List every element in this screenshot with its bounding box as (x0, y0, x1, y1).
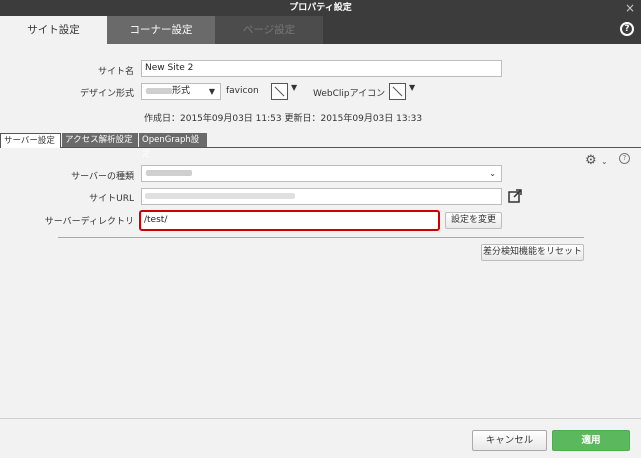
subtab-analytics[interactable]: アクセス解析設定 (62, 133, 138, 147)
site-url-label: サイトURL (89, 194, 134, 204)
chevron-down-icon: ▼ (291, 83, 298, 92)
cancel-button[interactable]: キャンセル (472, 430, 547, 451)
server-dir-label: サーバーディレクトリ (44, 217, 134, 227)
no-image-icon (389, 83, 406, 100)
favicon-select[interactable]: ▼ (271, 83, 301, 100)
main-tabbar: サイト設定 コーナー設定 ページ設定 ? (0, 16, 641, 44)
help-icon[interactable]: ? (620, 22, 634, 36)
design-format-select[interactable]: 形式 ▼ (141, 83, 221, 100)
no-image-icon (271, 83, 288, 100)
webclip-select[interactable]: ▼ (389, 83, 419, 100)
close-icon[interactable]: × (625, 0, 635, 16)
webclip-label: WebClipアイコン (313, 89, 386, 99)
subtab-opengraph[interactable]: OpenGraph設定 (139, 133, 207, 159)
chevron-down-icon: ▼ (208, 87, 215, 96)
chevron-down-icon: ⌄ (489, 169, 496, 178)
favicon-label: favicon (226, 86, 259, 96)
blurred-text (145, 192, 295, 199)
site-name-label: サイト名 (97, 67, 134, 77)
chevron-down-icon: ▼ (409, 83, 416, 92)
divider (58, 237, 584, 238)
design-format-label: デザイン形式 (79, 89, 134, 99)
tab-page-settings[interactable]: ページ設定 (215, 16, 323, 44)
window-titlebar: プロパティ設定 × (0, 0, 641, 16)
site-name-input[interactable]: New Site 2 (141, 60, 502, 77)
server-dir-input[interactable]: /test/ (139, 210, 440, 231)
help-small-icon[interactable]: ? (619, 153, 630, 164)
site-url-input[interactable] (141, 188, 502, 205)
external-link-icon[interactable] (508, 189, 522, 203)
chevron-down-icon[interactable]: ⌄ (601, 157, 608, 166)
footer-divider (0, 418, 641, 419)
site-dates-info: 作成日：2015年09月03日 11:53 更新日：2015年09月03日 13… (144, 114, 423, 124)
reset-diff-button[interactable]: 差分検知機能をリセット (481, 244, 584, 261)
window-title: プロパティ設定 (289, 3, 352, 13)
tab-corner-settings[interactable]: コーナー設定 (107, 16, 215, 44)
blurred-text (146, 87, 172, 94)
gear-icon[interactable]: ⚙ (585, 153, 597, 168)
apply-button[interactable]: 適用 (552, 430, 630, 451)
server-type-label: サーバーの種類 (71, 172, 134, 182)
blurred-text (146, 169, 192, 176)
tab-site-settings[interactable]: サイト設定 (0, 16, 107, 44)
design-format-value: 形式 (172, 86, 191, 96)
change-settings-button[interactable]: 設定を変更 (445, 212, 502, 229)
server-type-select[interactable]: ⌄ (141, 165, 502, 182)
subtab-server[interactable]: サーバー設定 (0, 133, 61, 148)
settings-subtabs: サーバー設定 アクセス解析設定 OpenGraph設定 (0, 133, 641, 159)
